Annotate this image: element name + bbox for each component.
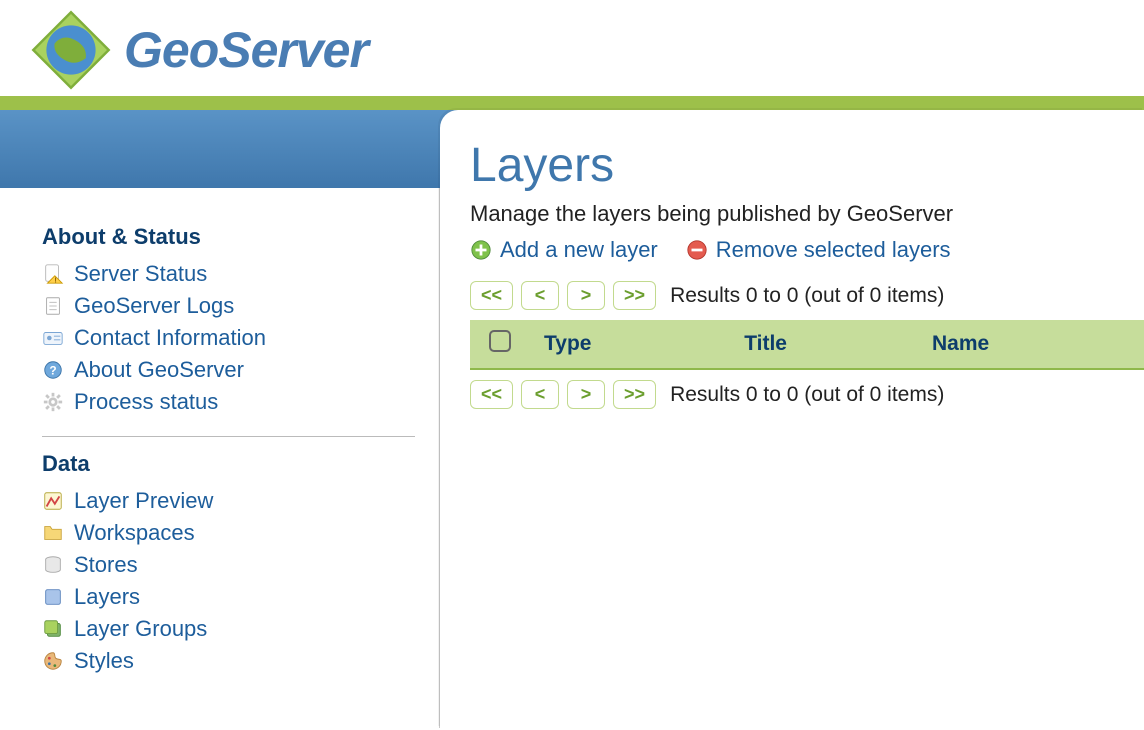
sidebar-section-title-about: About & Status bbox=[42, 224, 415, 250]
folder-icon bbox=[42, 522, 64, 544]
remove-layers-label: Remove selected layers bbox=[716, 237, 951, 263]
sidebar-item-stores[interactable]: Stores bbox=[42, 549, 415, 581]
pager-status: Results 0 to 0 (out of 0 items) bbox=[670, 383, 944, 407]
add-icon bbox=[470, 239, 492, 261]
layer-icon bbox=[42, 586, 64, 608]
sidebar: About & Status ! Server Status GeoServer… bbox=[0, 188, 440, 728]
add-layer-link[interactable]: Add a new layer bbox=[470, 237, 658, 263]
sidebar-item-layer-groups[interactable]: Layer Groups bbox=[42, 613, 415, 645]
sidebar-link[interactable]: Layers bbox=[74, 584, 140, 610]
svg-text:?: ? bbox=[49, 364, 56, 378]
sidebar-link[interactable]: Stores bbox=[74, 552, 138, 578]
pager-last-button[interactable]: >> bbox=[613, 281, 656, 310]
sidebar-link[interactable]: Layer Groups bbox=[74, 616, 207, 642]
page-subtitle: Manage the layers being published by Geo… bbox=[470, 201, 1144, 227]
sidebar-link[interactable]: GeoServer Logs bbox=[74, 293, 234, 319]
remove-layers-link[interactable]: Remove selected layers bbox=[686, 237, 951, 263]
sidebar-section-data: Layer Preview Workspaces Stores Layers bbox=[42, 485, 415, 677]
sidebar-link[interactable]: Contact Information bbox=[74, 325, 266, 351]
sidebar-link[interactable]: Process status bbox=[74, 389, 218, 415]
pager-prev-button[interactable]: < bbox=[521, 281, 559, 310]
sidebar-item-layers[interactable]: Layers bbox=[42, 581, 415, 613]
pager-first-button[interactable]: << bbox=[470, 281, 513, 310]
app-header: GeoServer bbox=[0, 0, 1144, 110]
sidebar-link[interactable]: Server Status bbox=[74, 261, 207, 287]
sidebar-item-contact-information[interactable]: Contact Information bbox=[42, 322, 415, 354]
page-title: Layers bbox=[470, 138, 1144, 193]
palette-icon bbox=[42, 650, 64, 672]
layer-group-icon bbox=[42, 618, 64, 640]
pager-status: Results 0 to 0 (out of 0 items) bbox=[670, 284, 944, 308]
sidebar-item-process-status[interactable]: Process status bbox=[42, 386, 415, 418]
pager-top: << < > >> Results 0 to 0 (out of 0 items… bbox=[470, 281, 1144, 310]
sidebar-section-about: ! Server Status GeoServer Logs Contact I… bbox=[42, 258, 415, 418]
remove-icon bbox=[686, 239, 708, 261]
pager-next-button[interactable]: > bbox=[567, 281, 605, 310]
pager-bottom: << < > >> Results 0 to 0 (out of 0 items… bbox=[470, 380, 1144, 409]
pager-last-button[interactable]: >> bbox=[613, 380, 656, 409]
sidebar-divider bbox=[42, 436, 415, 437]
add-layer-label: Add a new layer bbox=[500, 237, 658, 263]
sidebar-section-title-data: Data bbox=[42, 451, 415, 477]
sidebar-link[interactable]: Layer Preview bbox=[74, 488, 213, 514]
sidebar-link[interactable]: About GeoServer bbox=[74, 357, 244, 383]
preview-icon bbox=[42, 490, 64, 512]
page-warning-icon: ! bbox=[42, 263, 64, 285]
column-type[interactable]: Type bbox=[530, 320, 730, 369]
sidebar-item-styles[interactable]: Styles bbox=[42, 645, 415, 677]
sidebar-item-server-status[interactable]: ! Server Status bbox=[42, 258, 415, 290]
select-all-checkbox[interactable] bbox=[489, 330, 511, 352]
column-title[interactable]: Title bbox=[730, 320, 918, 369]
sidebar-link[interactable]: Styles bbox=[74, 648, 134, 674]
pager-next-button[interactable]: > bbox=[567, 380, 605, 409]
sidebar-item-about-geoserver[interactable]: ? About GeoServer bbox=[42, 354, 415, 386]
help-icon: ? bbox=[42, 359, 64, 381]
geoserver-logo-icon bbox=[30, 9, 112, 91]
column-name[interactable]: Name bbox=[918, 320, 1144, 369]
sidebar-item-layer-preview[interactable]: Layer Preview bbox=[42, 485, 415, 517]
svg-text:!: ! bbox=[54, 275, 56, 284]
brand-block[interactable]: GeoServer bbox=[30, 9, 368, 91]
pager-first-button[interactable]: << bbox=[470, 380, 513, 409]
brand-name: GeoServer bbox=[124, 21, 368, 79]
sidebar-link[interactable]: Workspaces bbox=[74, 520, 195, 546]
column-select-all bbox=[470, 320, 530, 369]
database-icon bbox=[42, 554, 64, 576]
gear-icon bbox=[42, 391, 64, 413]
layers-table: Type Title Name bbox=[470, 320, 1144, 370]
document-icon bbox=[42, 295, 64, 317]
sidebar-item-geoserver-logs[interactable]: GeoServer Logs bbox=[42, 290, 415, 322]
sidebar-item-workspaces[interactable]: Workspaces bbox=[42, 517, 415, 549]
id-card-icon bbox=[42, 327, 64, 349]
action-bar: Add a new layer Remove selected layers bbox=[470, 237, 1144, 263]
main-panel: Layers Manage the layers being published… bbox=[440, 110, 1144, 728]
pager-prev-button[interactable]: < bbox=[521, 380, 559, 409]
